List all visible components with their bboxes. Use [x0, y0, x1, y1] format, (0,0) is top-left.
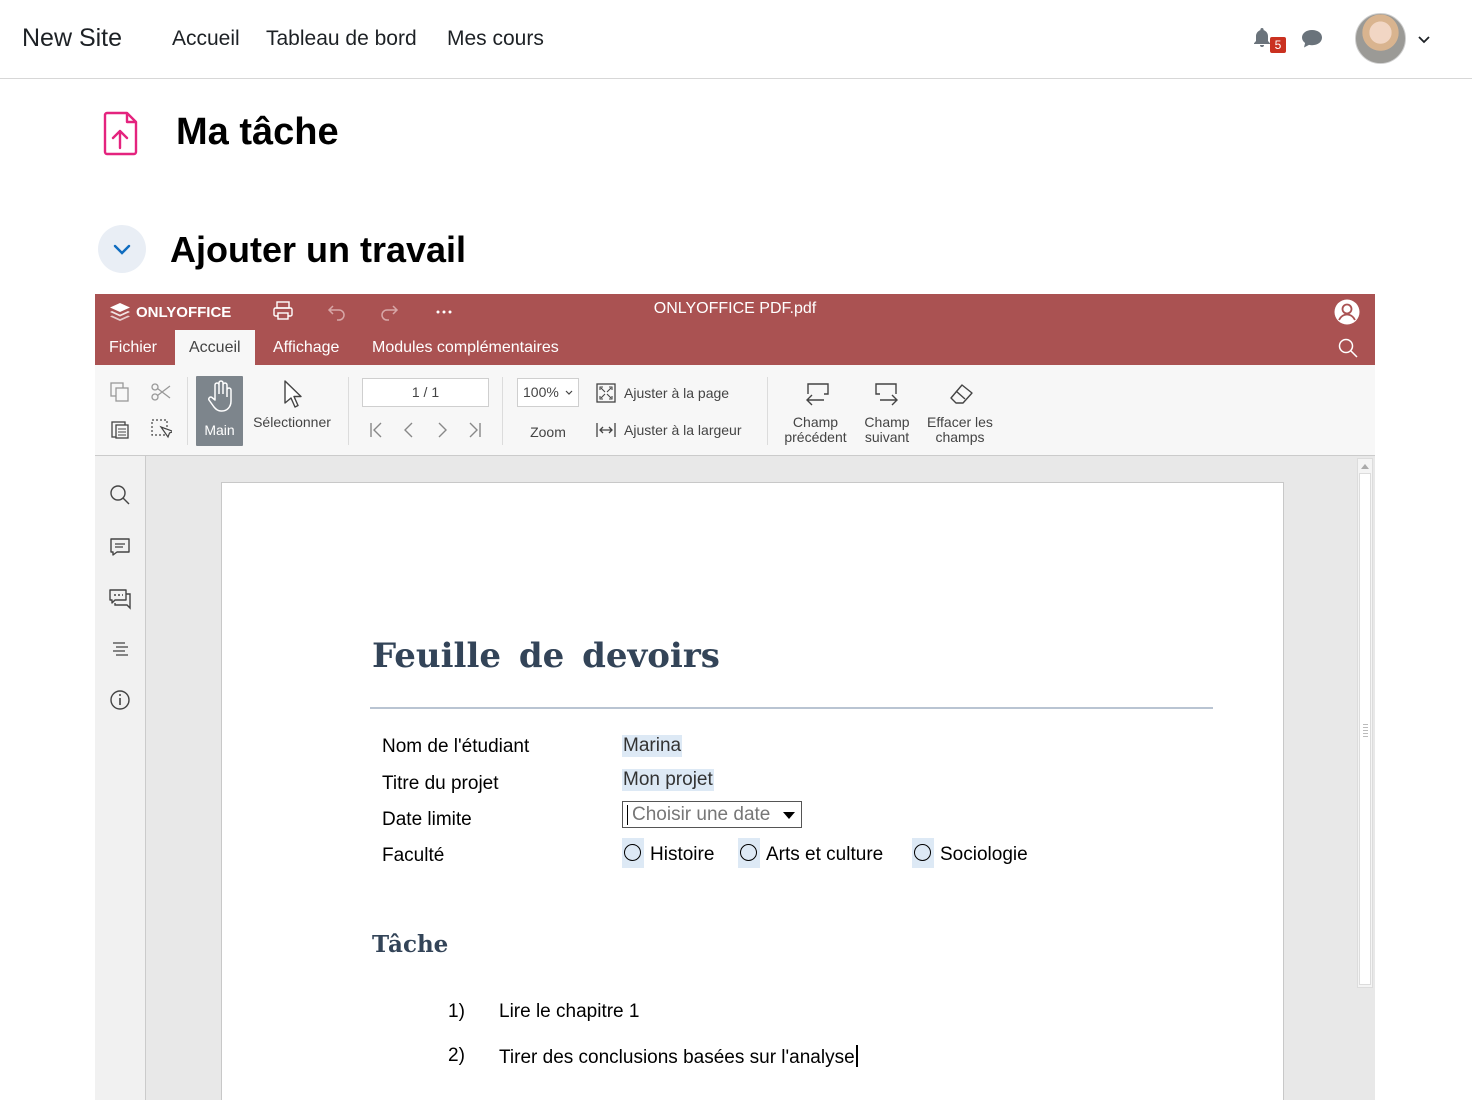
- next-field-label[interactable]: Champ suivant: [857, 415, 917, 445]
- eraser-icon[interactable]: [947, 380, 977, 408]
- tab-accueil[interactable]: Accueil: [175, 330, 255, 365]
- messages-icon[interactable]: [1299, 27, 1325, 51]
- first-page-icon[interactable]: [365, 419, 387, 441]
- navigation-icon[interactable]: [108, 637, 132, 661]
- chevron-down-icon: [565, 390, 573, 395]
- project-title-field[interactable]: Mon projet: [622, 769, 714, 791]
- previous-field-icon[interactable]: [802, 380, 832, 408]
- nav-link-mes-cours[interactable]: Mes cours: [447, 27, 544, 51]
- next-field-icon[interactable]: [872, 380, 902, 408]
- task-text-with-cursor: Tirer des conclusions basées sur l'analy…: [499, 1045, 858, 1069]
- fit-width-label[interactable]: Ajuster à la largeur: [624, 423, 742, 438]
- nav-link-tableau-de-bord[interactable]: Tableau de bord: [266, 27, 417, 51]
- search-icon[interactable]: [108, 483, 132, 507]
- top-navbar: New Site Accueil Tableau de bord Mes cou…: [0, 0, 1472, 79]
- paste-icon[interactable]: [109, 418, 131, 440]
- dropdown-arrow-icon[interactable]: [783, 812, 795, 819]
- field-label-student-name: Nom de l'étudiant: [382, 736, 530, 757]
- toolbar-separator: [348, 377, 349, 445]
- task-number: 2): [448, 1045, 465, 1066]
- onlyoffice-editor: ONLYOFFICE ONLYOFFICE PDF.pdf Fichier Ac…: [95, 294, 1375, 1100]
- page-number-input[interactable]: 1 / 1: [362, 378, 489, 407]
- radio-histoire[interactable]: [622, 838, 644, 868]
- previous-field-label[interactable]: Champ précédent: [777, 415, 854, 445]
- scroll-up-icon[interactable]: [1361, 463, 1369, 469]
- last-page-icon[interactable]: [464, 419, 486, 441]
- section-title: Ajouter un travail: [170, 229, 467, 270]
- radio-label-sociologie[interactable]: Sociologie: [940, 844, 1028, 866]
- collapse-section-button[interactable]: [98, 225, 146, 273]
- editor-left-sidebar: [95, 456, 146, 1100]
- clear-fields-label[interactable]: Effacer les champs: [921, 415, 999, 445]
- tab-affichage[interactable]: Affichage: [259, 330, 353, 365]
- document-name: ONLYOFFICE PDF.pdf: [653, 300, 817, 317]
- select-cursor-icon[interactable]: [281, 379, 303, 409]
- document-scrollbar[interactable]: [1357, 458, 1373, 988]
- radio-label-arts-et-culture[interactable]: Arts et culture: [766, 844, 883, 866]
- field-label-faculty: Faculté: [382, 845, 445, 866]
- user-avatar[interactable]: [1355, 13, 1406, 64]
- zoom-select[interactable]: 100%: [517, 378, 579, 407]
- heading-divider: [370, 707, 1213, 709]
- task-number: 1): [448, 1001, 465, 1022]
- toolbar-separator: [187, 377, 188, 445]
- hand-tool-label: Main: [204, 422, 235, 438]
- radio-sociologie[interactable]: [912, 838, 934, 868]
- search-icon[interactable]: [1338, 338, 1358, 358]
- tab-modules-complementaires[interactable]: Modules complémentaires: [358, 330, 573, 365]
- previous-page-icon[interactable]: [398, 419, 420, 441]
- notification-badge: 5: [1270, 37, 1286, 53]
- zoom-label: Zoom: [530, 424, 566, 440]
- task-text: Tirer des conclusions basées sur l'analy…: [499, 1047, 855, 1068]
- select-tool-label[interactable]: Sélectionner: [248, 415, 336, 430]
- due-date-placeholder: Choisir une date: [632, 804, 771, 825]
- hand-tool-button[interactable]: Main: [196, 376, 243, 446]
- editor-toolbar: Main Sélectionner 1 / 1 100% Zoom Ajuste…: [95, 365, 1375, 456]
- scrollbar-thumb[interactable]: [1359, 473, 1371, 985]
- task-heading: Tâche: [372, 931, 449, 958]
- due-date-picker[interactable]: Choisir une date: [622, 801, 802, 828]
- nav-link-accueil[interactable]: Accueil: [172, 27, 240, 51]
- field-label-due-date: Date limite: [382, 809, 472, 830]
- task-text: Lire le chapitre 1: [499, 1001, 640, 1022]
- copy-icon[interactable]: [109, 381, 131, 403]
- fit-page-icon[interactable]: [595, 382, 617, 404]
- assignment-upload-icon: [103, 111, 138, 156]
- chat-icon[interactable]: [108, 586, 132, 610]
- user-account-icon[interactable]: [1333, 298, 1361, 326]
- document-heading: Feuille de devoirs: [372, 636, 720, 676]
- student-name-field[interactable]: Marina: [622, 735, 683, 757]
- info-icon[interactable]: [108, 688, 132, 712]
- text-cursor: [855, 1045, 858, 1067]
- fit-page-label[interactable]: Ajuster à la page: [624, 386, 729, 401]
- cut-icon[interactable]: [150, 381, 172, 403]
- field-label-project-title: Titre du projet: [382, 773, 499, 794]
- comment-icon[interactable]: [108, 535, 132, 559]
- next-page-icon[interactable]: [431, 419, 453, 441]
- chevron-down-icon[interactable]: [1416, 31, 1432, 47]
- chevron-down-icon: [113, 244, 131, 255]
- radio-arts-et-culture[interactable]: [738, 838, 760, 868]
- toolbar-separator: [502, 377, 503, 445]
- fit-width-icon[interactable]: [595, 419, 617, 441]
- toolbar-separator: [767, 377, 768, 445]
- site-name[interactable]: New Site: [22, 24, 122, 53]
- hand-icon: [208, 380, 232, 412]
- tab-fichier[interactable]: Fichier: [95, 330, 171, 365]
- page-title: Ma tâche: [176, 111, 339, 153]
- text-cursor: [627, 805, 628, 825]
- zoom-value: 100%: [523, 384, 559, 400]
- editor-titlebar: ONLYOFFICE ONLYOFFICE PDF.pdf Fichier Ac…: [95, 294, 1375, 365]
- select-all-icon[interactable]: [150, 418, 172, 440]
- pdf-page: Feuille de devoirs Nom de l'étudiant Mar…: [221, 482, 1284, 1100]
- radio-label-histoire[interactable]: Histoire: [650, 844, 714, 866]
